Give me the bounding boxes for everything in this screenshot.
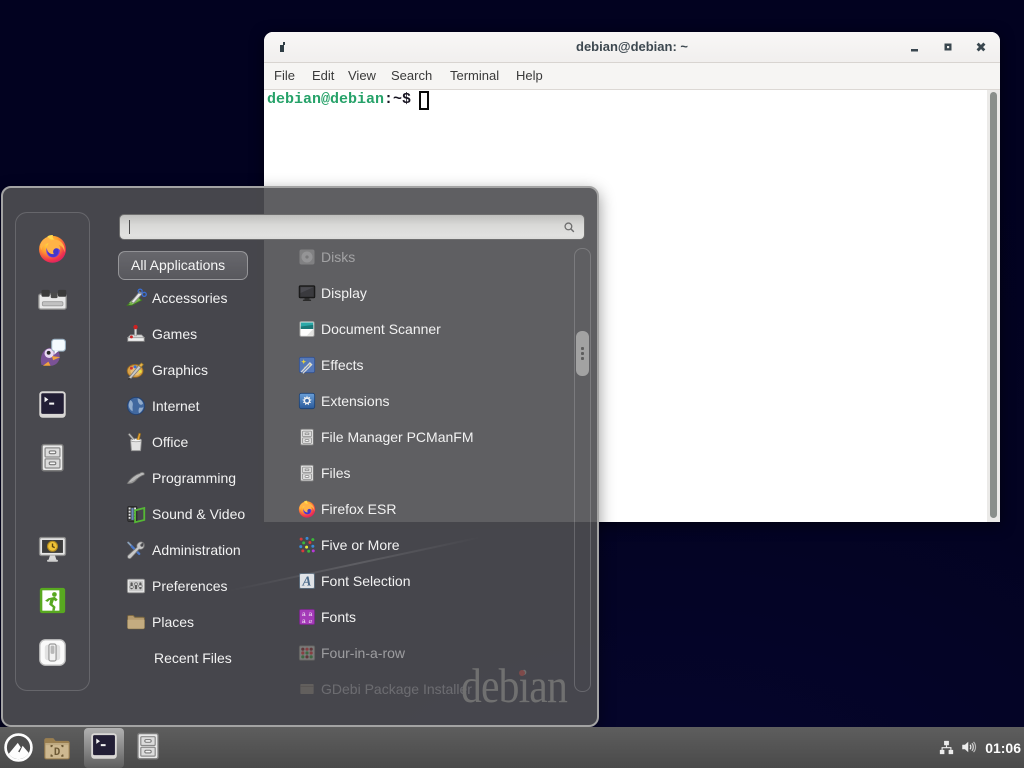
svg-text:D: D (54, 747, 60, 759)
svg-text:a: a (302, 618, 306, 625)
